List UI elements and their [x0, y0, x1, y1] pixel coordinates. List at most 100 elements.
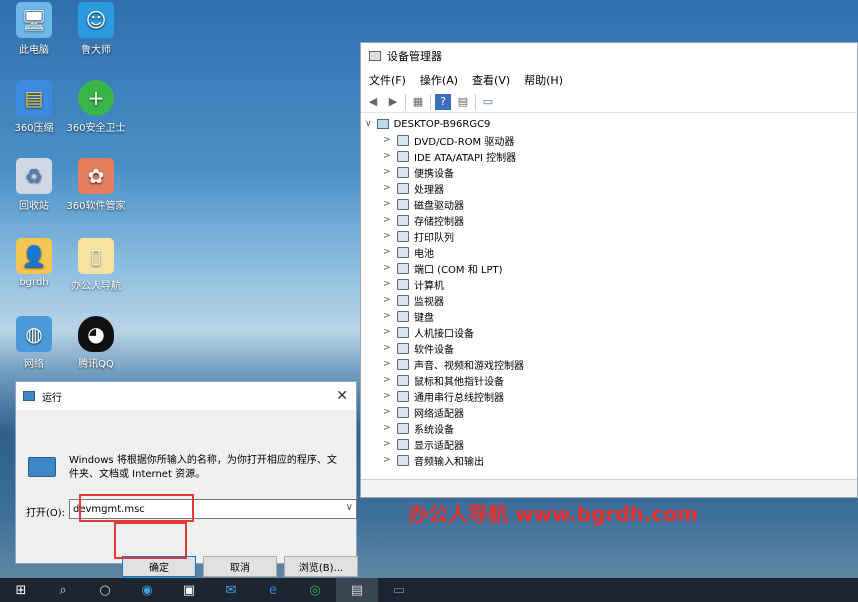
tree-item-battery[interactable]: > 电池 [365, 244, 857, 260]
tree-item-label: 人机接口设备 [414, 328, 474, 340]
desktop-icon-label: 360压缩 [14, 123, 54, 134]
tree-item-ports[interactable]: > 端口 (COM 和 LPT) [365, 260, 857, 276]
tree-item-label: 软件设备 [414, 344, 454, 356]
menu-action[interactable]: 操作(A) [420, 72, 458, 88]
tree-item-hid[interactable]: > 人机接口设备 [365, 324, 857, 340]
desktop-icon-360software[interactable]: ✿ 360软件管家 [64, 158, 128, 212]
chevron-right-icon[interactable]: > [383, 247, 395, 257]
chevron-right-icon[interactable]: > [383, 407, 395, 417]
monitor-icon[interactable]: ▭ [480, 94, 496, 110]
tree-item-system[interactable]: > 系统设备 [365, 420, 857, 436]
chevron-right-icon[interactable]: > [383, 375, 395, 385]
chevron-right-icon[interactable]: > [383, 311, 395, 321]
tree-item-software[interactable]: > 软件设备 [365, 340, 857, 356]
menu-help[interactable]: 帮助(H) [524, 72, 563, 88]
keyboard-icon [397, 310, 409, 322]
store-icon[interactable]: ▣ [168, 578, 210, 602]
desktop-icon-360safe[interactable]: + 360安全卫士 [64, 80, 128, 134]
battery-icon [397, 246, 409, 258]
chevron-right-icon[interactable]: > [383, 167, 395, 177]
360-browser-icon[interactable]: ◎ [294, 578, 336, 602]
chevron-right-icon[interactable]: > [383, 151, 395, 161]
device-manager-icon[interactable]: ▤ [336, 578, 378, 602]
tree-item-disk[interactable]: > 磁盘驱动器 [365, 196, 857, 212]
tree-item-label: DVD/CD-ROM 驱动器 [414, 136, 515, 148]
tree-item-display[interactable]: > 显示适配器 [365, 436, 857, 452]
chevron-right-icon[interactable]: > [383, 199, 395, 209]
browse-button[interactable]: 浏览(B)... [284, 556, 358, 577]
menu-view[interactable]: 查看(V) [472, 72, 510, 88]
tree-item-computer[interactable]: > 计算机 [365, 276, 857, 292]
desktop-icon-recycle-bin[interactable]: ♻ 回收站 [2, 158, 66, 212]
computer-icon [397, 278, 409, 290]
close-icon[interactable]: ✕ [336, 388, 348, 404]
chevron-right-icon[interactable]: > [383, 215, 395, 225]
ie-icon[interactable]: e [252, 578, 294, 602]
tree-root[interactable]: ∨ DESKTOP-B96RGC9 [365, 116, 857, 132]
chevron-right-icon[interactable]: > [383, 423, 395, 433]
tree-item-storage[interactable]: > 存储控制器 [365, 212, 857, 228]
chevron-right-icon[interactable]: > [383, 439, 395, 449]
tree-item-processor[interactable]: > 处理器 [365, 180, 857, 196]
tree-item-ide[interactable]: > IDE ATA/ATAPI 控制器 [365, 148, 857, 164]
tree-item-usb[interactable]: > 通用串行总线控制器 [365, 388, 857, 404]
desktop-icon-qq[interactable]: ◕ 腾讯QQ [64, 316, 128, 370]
chevron-right-icon[interactable]: > [383, 231, 395, 241]
chevron-down-icon[interactable]: ∨ [365, 119, 372, 129]
network-adapter-icon [397, 406, 409, 418]
recycle-bin-icon: ♻ [16, 158, 52, 194]
tree-item-label: 处理器 [414, 184, 444, 196]
run-icon[interactable]: ▭ [378, 578, 420, 602]
desktop-icon-office-nav[interactable]: ▯ 办公人导航 [64, 238, 128, 292]
desktop-icon-bgrdh[interactable]: 👤 bgrdh [2, 238, 66, 288]
software-device-icon [397, 342, 409, 354]
task-view-icon[interactable]: ○ [84, 578, 126, 602]
chevron-right-icon[interactable]: > [383, 455, 395, 465]
tree-item-sound[interactable]: > 声音、视频和游戏控制器 [365, 356, 857, 372]
desktop-icon-ludashi[interactable]: ☺ 鲁大师 [64, 2, 128, 56]
forward-arrow-icon[interactable]: ▶ [385, 94, 401, 110]
toolbar-divider [430, 93, 431, 110]
tree-item-monitor[interactable]: > 监视器 [365, 292, 857, 308]
start-icon[interactable]: ⊞ [0, 578, 42, 602]
chevron-right-icon[interactable]: > [383, 263, 395, 273]
properties-icon[interactable]: ▦ [410, 94, 426, 110]
tree-item-label: 端口 (COM 和 LPT) [414, 264, 503, 276]
chevron-right-icon[interactable]: > [383, 391, 395, 401]
edge-icon[interactable]: ◉ [126, 578, 168, 602]
tree-item-keyboard[interactable]: > 键盘 [365, 308, 857, 324]
toolbar: ◀ ▶ ▦ ? ▤ ▭ [361, 91, 857, 113]
cancel-button[interactable]: 取消 [203, 556, 277, 577]
view-icon[interactable]: ▤ [455, 94, 471, 110]
tree-item-network-adapter[interactable]: > 网络适配器 [365, 404, 857, 420]
desktop-icon-360zip[interactable]: ▤ 360压缩 [2, 80, 66, 134]
chevron-down-icon[interactable]: ∨ [346, 502, 353, 513]
desktop-icon-network[interactable]: ◍ 网络 [2, 316, 66, 370]
chevron-right-icon[interactable]: > [383, 279, 395, 289]
desktop-icon-this-pc[interactable]: 🖥 此电脑 [2, 2, 66, 56]
chevron-right-icon[interactable]: > [383, 295, 395, 305]
chevron-right-icon[interactable]: > [383, 343, 395, 353]
shield-plus-icon: + [78, 80, 114, 116]
chevron-right-icon[interactable]: > [383, 135, 395, 145]
tree-item-dvd[interactable]: > DVD/CD-ROM 驱动器 [365, 132, 857, 148]
tree-item-print-queue[interactable]: > 打印队列 [365, 228, 857, 244]
tree-item-audio-io[interactable]: > 音频输入和输出 [365, 452, 857, 468]
tree-item-mouse[interactable]: > 鼠标和其他指针设备 [365, 372, 857, 388]
menu-file[interactable]: 文件(F) [369, 72, 406, 88]
chevron-right-icon[interactable]: > [383, 359, 395, 369]
back-arrow-icon[interactable]: ◀ [365, 94, 381, 110]
toolbar-divider [475, 93, 476, 110]
chevron-right-icon[interactable]: > [383, 327, 395, 337]
search-icon[interactable]: ⌕ [42, 578, 84, 602]
help-icon[interactable]: ? [435, 93, 451, 110]
tree-item-portable[interactable]: > 便携设备 [365, 164, 857, 180]
run-titlebar: 运行 [16, 382, 356, 410]
tree-item-label: 通用串行总线控制器 [414, 392, 504, 404]
run-description: Windows 将根据你所输入的名称，为你打开相应的程序、文件夹、文档或 Int… [69, 455, 337, 480]
window-title: 设备管理器 [387, 50, 442, 63]
ok-button[interactable]: 确定 [122, 556, 196, 577]
chevron-right-icon[interactable]: > [383, 183, 395, 193]
mail-icon[interactable]: ✉ [210, 578, 252, 602]
tree-item-label: 显示适配器 [414, 440, 464, 452]
